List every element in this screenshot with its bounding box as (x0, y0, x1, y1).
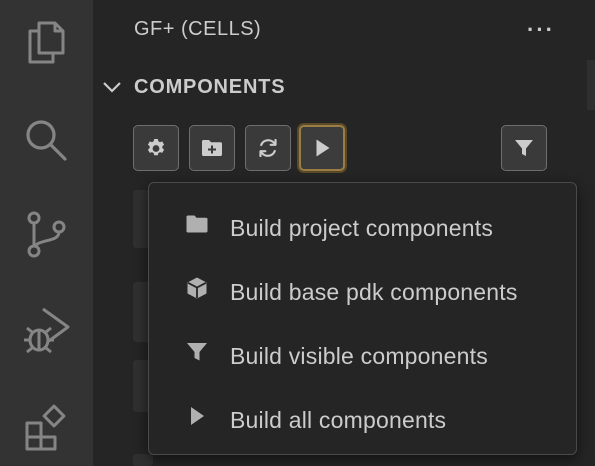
menu-item-label: Build all components (230, 407, 447, 433)
play-icon (316, 139, 330, 157)
filter-button[interactable] (501, 125, 547, 171)
source-control-icon[interactable] (18, 206, 74, 262)
settings-button[interactable] (133, 125, 179, 171)
play-icon (183, 404, 211, 428)
menu-item-build-visible-components[interactable]: Build visible components (149, 319, 576, 383)
refresh-button[interactable] (245, 125, 291, 171)
menu-item-label: Build visible components (230, 343, 488, 369)
activity-bar (0, 0, 93, 466)
menu-item-build-project-components[interactable]: Build project components (149, 191, 576, 255)
components-section-header[interactable]: COMPONENTS (93, 66, 587, 108)
more-actions-button[interactable]: ··· (523, 16, 559, 44)
sidebar-title: GF+ (CELLS) (134, 18, 262, 40)
run-debug-icon[interactable] (18, 300, 74, 356)
menu-item-label: Build project components (230, 215, 494, 241)
chevron-down-icon (103, 82, 121, 93)
components-toolbar (133, 125, 553, 173)
folder-icon (183, 212, 211, 236)
search-icon[interactable] (18, 112, 74, 168)
ellipsis-icon: ··· (527, 17, 555, 42)
menu-item-build-base-pdk-components[interactable]: Build base pdk components (149, 255, 576, 319)
list-item[interactable] (133, 454, 153, 466)
menu-item-build-all-components[interactable]: Build all components (149, 383, 576, 447)
menu-item-label: Build base pdk components (230, 279, 518, 305)
vscode-window: GF+ (CELLS) ··· COMPONENTS Build project… (0, 0, 595, 466)
build-dropdown-menu: Build project components Build base pdk … (148, 182, 577, 455)
new-folder-button[interactable] (189, 125, 235, 171)
section-title: COMPONENTS (134, 76, 286, 98)
refresh-icon (259, 138, 277, 158)
scrollbar[interactable] (587, 60, 595, 110)
explorer-icon[interactable] (18, 14, 74, 70)
package-icon (183, 276, 211, 300)
filter-icon (515, 140, 533, 156)
extensions-icon[interactable] (18, 398, 74, 454)
new-folder-icon (202, 140, 222, 156)
build-button[interactable] (299, 125, 345, 171)
filter-icon (183, 340, 211, 364)
gear-icon (147, 139, 165, 156)
